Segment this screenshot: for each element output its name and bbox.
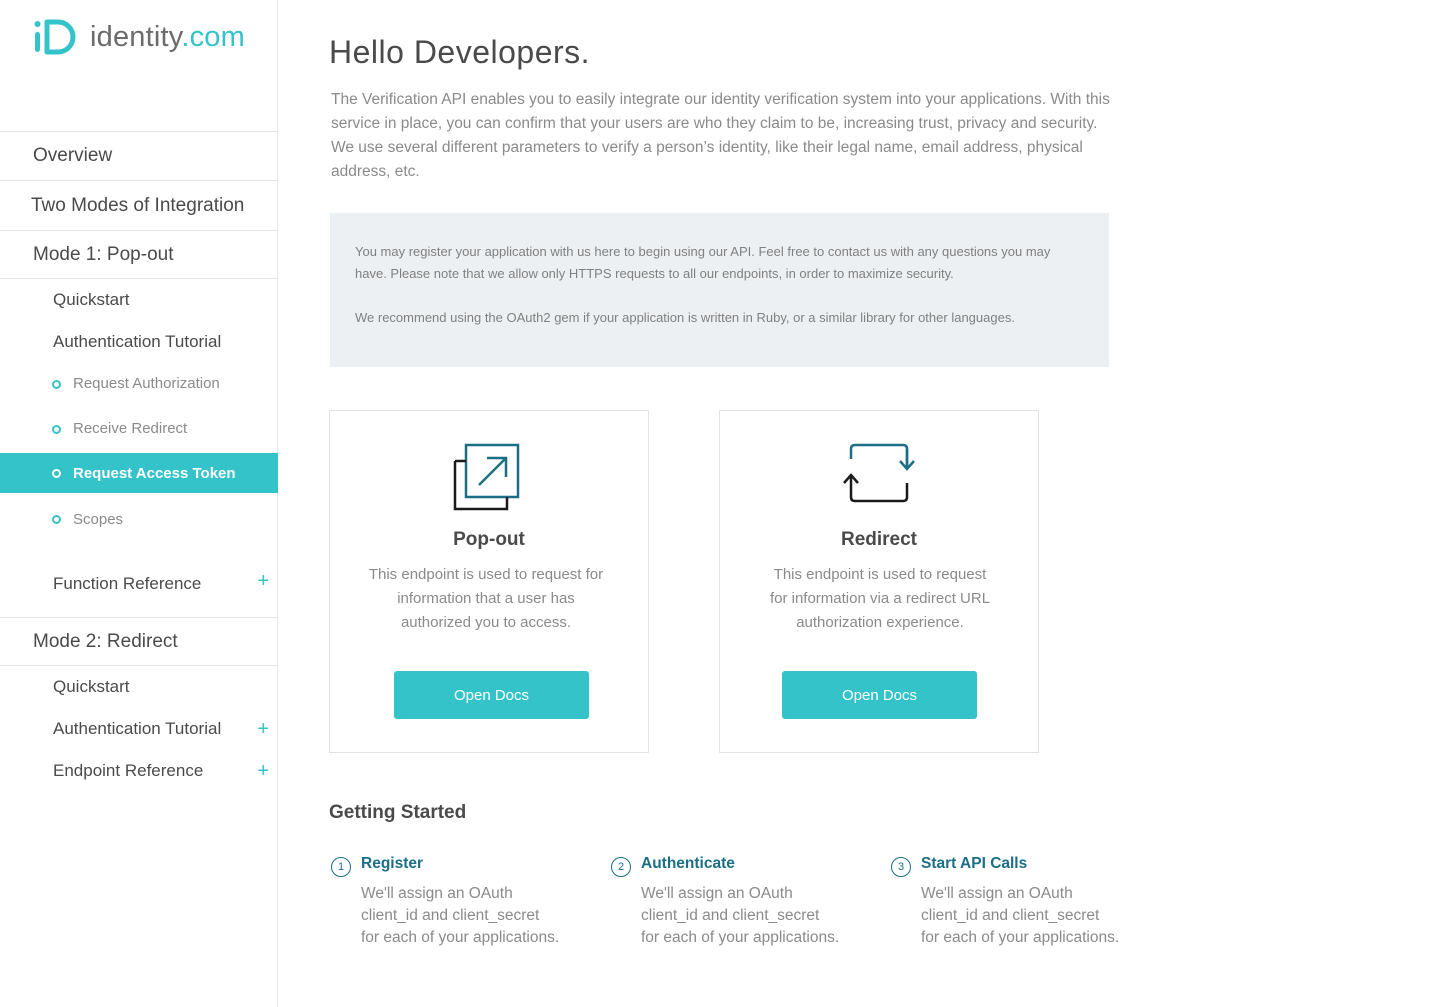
step-number-badge: 1: [331, 857, 351, 877]
expand-plus-icon[interactable]: +: [257, 761, 269, 781]
sidebar-item-label: Mode 1: Pop-out: [33, 243, 174, 265]
sidebar-item-label: Mode 2: Redirect: [33, 630, 178, 652]
bullet-icon: [52, 469, 61, 478]
sidebar-item-mode2[interactable]: Mode 2: Redirect: [0, 617, 278, 666]
step-title: Start API Calls: [921, 855, 1028, 872]
sidebar-subitem-scopes[interactable]: Scopes: [0, 493, 278, 545]
step-description-line: for each of your applications.: [361, 929, 560, 946]
card-description: This endpoint is used to request for inf…: [746, 563, 1014, 635]
sidebar-item-label: Quickstart: [53, 290, 130, 309]
bullet-icon: [52, 379, 61, 389]
sidebar-item-mode2-quickstart[interactable]: Quickstart: [0, 666, 278, 708]
step-description: We'll assign an OAuth client_id and clie…: [361, 883, 576, 949]
step-description: We'll assign an OAuth client_id and clie…: [921, 883, 1136, 949]
getting-started-title: Getting Started: [329, 802, 467, 823]
sidebar-item-label: Function Reference: [53, 574, 202, 593]
sidebar: identity.com Overview Two Modes of Integ…: [0, 0, 278, 1007]
sidebar-subitem-label: Receive Redirect: [73, 420, 188, 437]
sidebar-item-function-reference[interactable]: Function Reference +: [0, 545, 278, 617]
card-description-line: This endpoint is used to request: [773, 566, 987, 583]
sidebar-nav: Overview Two Modes of Integration Mode 1…: [0, 131, 278, 792]
notice-text: You may register your application with u…: [355, 244, 1051, 281]
card-description-line: for information via a redirect URL: [769, 590, 991, 607]
step-number-badge: 2: [611, 857, 631, 877]
sidebar-item-mode1-quickstart[interactable]: Quickstart: [0, 279, 278, 321]
sidebar-subitem-label: Request Authorization: [73, 375, 220, 392]
intro-paragraph: The Verification API enables you to easi…: [331, 91, 1110, 180]
sidebar-subitem-request-access-token[interactable]: Request Access Token: [0, 453, 278, 493]
step-description-line: We'll assign an OAuth: [361, 885, 513, 902]
step-description-line: client_id and client_secret: [921, 907, 1100, 924]
sidebar-item-label: Endpoint Reference: [53, 761, 204, 780]
bullet-icon: [52, 424, 61, 434]
step-description-line: We'll assign an OAuth: [641, 885, 793, 902]
step-title: Authenticate: [641, 855, 735, 872]
sidebar-item-label: Authentication Tutorial: [53, 719, 222, 738]
sidebar-item-label: Two Modes of Integration: [31, 194, 245, 216]
step-description-line: client_id and client_secret: [361, 907, 540, 924]
open-docs-popout-button[interactable]: Open Docs: [394, 671, 589, 719]
sidebar-subitem-request-authorization[interactable]: Request Authorization: [0, 363, 278, 404]
sidebar-item-overview[interactable]: Overview: [0, 131, 278, 180]
card-description: This endpoint is used to request for inf…: [352, 563, 620, 635]
notice-box: You may register your application with u…: [330, 213, 1109, 367]
card-description-line: authorization experience.: [796, 614, 964, 631]
sidebar-item-label: Authentication Tutorial: [53, 332, 222, 351]
popout-icon: [453, 443, 520, 511]
bullet-icon: [52, 515, 61, 524]
step-description-line: for each of your applications.: [921, 929, 1120, 946]
popout-card: Pop-out This endpoint is used to request…: [329, 410, 649, 753]
step-description-line: client_id and client_secret: [641, 907, 820, 924]
sidebar-subitem-label: Request Access Token: [73, 464, 236, 482]
open-docs-redirect-button[interactable]: Open Docs: [782, 671, 977, 719]
card-title: Redirect: [840, 529, 918, 550]
sidebar-item-endpoint-reference[interactable]: Endpoint Reference +: [0, 750, 278, 792]
step-number-badge: 3: [891, 857, 911, 877]
brand-logo[interactable]: identity.com: [34, 18, 245, 56]
sidebar-item-label: Quickstart: [53, 677, 130, 696]
card-description-line: This endpoint is used to request for: [368, 566, 604, 583]
step-description-line: We'll assign an OAuth: [921, 885, 1073, 902]
page-title: Hello Developers.: [329, 34, 591, 70]
expand-plus-icon[interactable]: +: [257, 719, 269, 739]
step-description-line: for each of your applications.: [641, 929, 840, 946]
sidebar-item-two-modes[interactable]: Two Modes of Integration: [0, 180, 278, 230]
card-description-line: authorized you to access.: [400, 614, 572, 631]
card-description-line: information that a user has: [397, 590, 575, 607]
sidebar-item-label: Overview: [33, 145, 113, 166]
identity-logo-icon: [34, 19, 76, 55]
card-title: Pop-out: [453, 529, 525, 550]
expand-plus-icon[interactable]: +: [257, 571, 269, 591]
redirect-card: Redirect This endpoint is used to reques…: [719, 410, 1039, 753]
sidebar-item-mode1[interactable]: Mode 1: Pop-out: [0, 230, 278, 279]
redirect-icon: [843, 443, 915, 503]
sidebar-subitem-receive-redirect[interactable]: Receive Redirect: [0, 404, 278, 453]
sidebar-subitem-label: Scopes: [73, 510, 124, 528]
brand-name: identity.com: [90, 20, 245, 53]
notice-text: We recommend using the OAuth2 gem if you…: [355, 310, 1015, 325]
sidebar-item-mode2-auth-tutorial[interactable]: Authentication Tutorial +: [0, 708, 278, 750]
step-description: We'll assign an OAuth client_id and clie…: [641, 883, 856, 949]
step-title: Register: [361, 855, 424, 872]
sidebar-item-mode1-auth-tutorial[interactable]: Authentication Tutorial: [0, 321, 278, 363]
